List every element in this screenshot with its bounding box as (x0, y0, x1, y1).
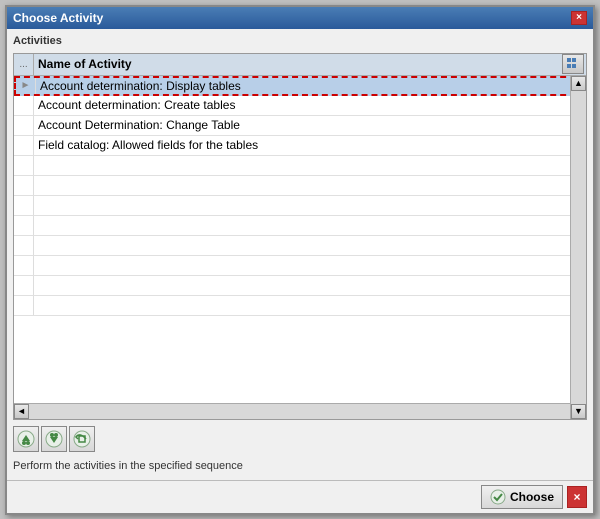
scroll-left-button[interactable]: ◄ (14, 404, 29, 419)
section-label: Activities (13, 35, 587, 47)
row-indicator (14, 296, 34, 315)
activities-table-container: ... Name of Activity ►Account determinat… (13, 53, 587, 420)
column-config-button[interactable] (562, 54, 584, 74)
table-row[interactable] (14, 296, 586, 316)
choose-button[interactable]: Choose (481, 485, 563, 509)
cancel-button[interactable]: × (567, 486, 587, 508)
table-row[interactable] (14, 216, 586, 236)
row-activity-name: Account determination: Display tables (36, 79, 584, 93)
dialog-title: Choose Activity (13, 11, 103, 25)
horizontal-scrollbar[interactable]: ◄ ► (14, 403, 586, 419)
choose-icon (490, 489, 506, 505)
row-indicator (14, 156, 34, 175)
move-down-icon (45, 430, 63, 448)
toolbar-btn-2[interactable] (41, 426, 67, 452)
table-row[interactable] (14, 236, 586, 256)
choose-activity-dialog: Choose Activity × Activities ... Name of… (5, 5, 595, 515)
hscroll-track[interactable] (29, 404, 571, 419)
row-indicator (14, 196, 34, 215)
table-row[interactable]: Account Determination: Change Table (14, 116, 586, 136)
table-row[interactable] (14, 256, 586, 276)
dialog-body: Activities ... Name of Activity (7, 29, 593, 480)
table-row[interactable]: ►Account determination: Display tables (14, 76, 586, 96)
grid-icon (566, 57, 580, 71)
scroll-track[interactable] (571, 91, 586, 404)
row-indicator: ► (16, 78, 36, 94)
toolbar (13, 424, 587, 454)
scroll-down-button[interactable]: ▼ (571, 404, 586, 419)
col-name-header: Name of Activity (34, 57, 562, 71)
toolbar-btn-3[interactable] (69, 426, 95, 452)
row-indicator (14, 176, 34, 195)
row-indicator (14, 256, 34, 275)
table-row[interactable] (14, 276, 586, 296)
scroll-up-button[interactable]: ▲ (571, 76, 586, 91)
table-header: ... Name of Activity (14, 54, 586, 76)
status-text: Perform the activities in the specified … (13, 458, 587, 474)
title-bar: Choose Activity × (7, 7, 593, 29)
dialog-footer: Choose × (7, 480, 593, 513)
table-row[interactable] (14, 176, 586, 196)
move-up-icon (17, 430, 35, 448)
row-indicator (14, 236, 34, 255)
table-row[interactable] (14, 156, 586, 176)
title-bar-close-button[interactable]: × (571, 11, 587, 25)
table-row[interactable]: Field catalog: Allowed fields for the ta… (14, 136, 586, 156)
row-activity-name: Field catalog: Allowed fields for the ta… (34, 138, 586, 152)
row-activity-name: Account determination: Create tables (34, 98, 586, 112)
row-indicator (14, 116, 34, 135)
row-indicator (14, 216, 34, 235)
row-activity-name: Account Determination: Change Table (34, 118, 586, 132)
table-row[interactable] (14, 196, 586, 216)
reset-icon (73, 430, 91, 448)
row-indicator (14, 136, 34, 155)
table-body[interactable]: ►Account determination: Display tablesAc… (14, 76, 586, 403)
table-row[interactable]: Account determination: Create tables (14, 96, 586, 116)
col-dots-header: ... (14, 54, 34, 75)
row-indicator (14, 96, 34, 115)
row-indicator (14, 276, 34, 295)
toolbar-btn-1[interactable] (13, 426, 39, 452)
vertical-scrollbar[interactable]: ▲ ▼ (570, 76, 586, 419)
